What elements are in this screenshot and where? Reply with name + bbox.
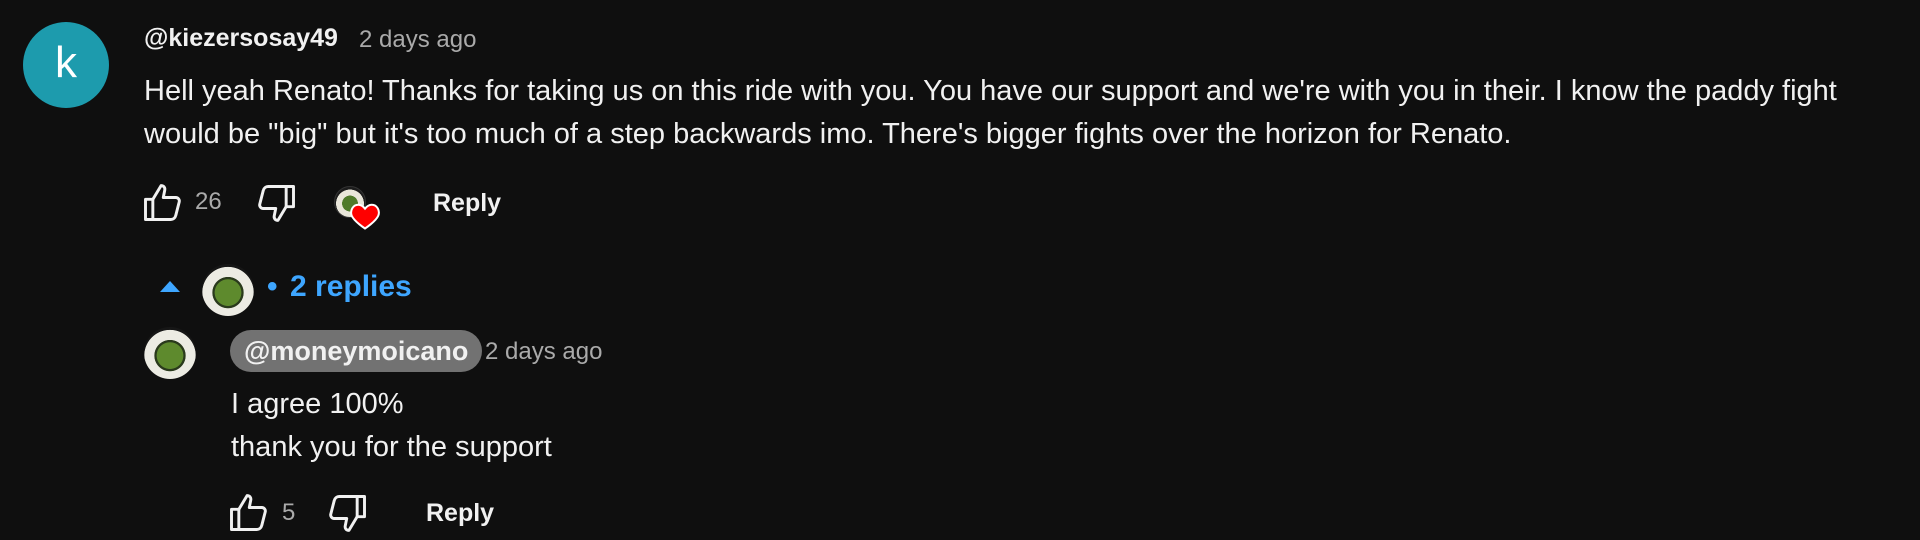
comment-text-line-1: Hell yeah Renato! Thanks for taking us o…: [144, 75, 1837, 107]
reply-text: I agree 100% thank you for the support: [231, 383, 552, 469]
reply-timestamp[interactable]: 2 days ago: [485, 338, 602, 366]
reply-like-button[interactable]: [225, 490, 271, 536]
like-count: 26: [195, 188, 222, 215]
dislike-button[interactable]: [254, 180, 300, 226]
comment-text: Hell yeah Renato! Thanks for taking us o…: [144, 70, 1914, 156]
thumbs-down-icon: [258, 185, 295, 222]
replies-separator-dot: •: [267, 270, 278, 303]
reply-button[interactable]: Reply: [433, 189, 501, 218]
reply-text-line-1: I agree 100%: [231, 388, 404, 420]
thumbs-up-icon: [230, 494, 267, 531]
replies-toggle[interactable]: • 2 replies: [150, 264, 590, 316]
reply-reply-button[interactable]: Reply: [426, 499, 494, 528]
caret-up-icon: [160, 281, 180, 292]
heart-icon: [350, 203, 380, 230]
comment-timestamp[interactable]: 2 days ago: [359, 26, 476, 54]
reply-like-count: 5: [282, 499, 296, 526]
comment-text-line-2: would be "big" but it's too much of a st…: [144, 118, 1512, 150]
commenter-avatar[interactable]: k: [23, 22, 109, 108]
reply-text-line-2: thank you for the support: [231, 431, 552, 463]
channel-owner-badge[interactable]: @moneymoicano: [230, 330, 483, 372]
creator-heart[interactable]: [334, 186, 384, 232]
replies-creator-avatar: [202, 264, 254, 316]
reply-dislike-button[interactable]: [325, 490, 371, 536]
thumbs-up-icon: [144, 184, 181, 221]
replies-count-label: 2 replies: [290, 270, 412, 303]
avatar-letter: k: [55, 38, 77, 87]
comment-author[interactable]: @kiezersosay49: [144, 24, 338, 53]
reply-author-avatar[interactable]: [144, 327, 196, 379]
thumbs-down-icon: [329, 495, 366, 532]
like-button[interactable]: [139, 180, 185, 226]
